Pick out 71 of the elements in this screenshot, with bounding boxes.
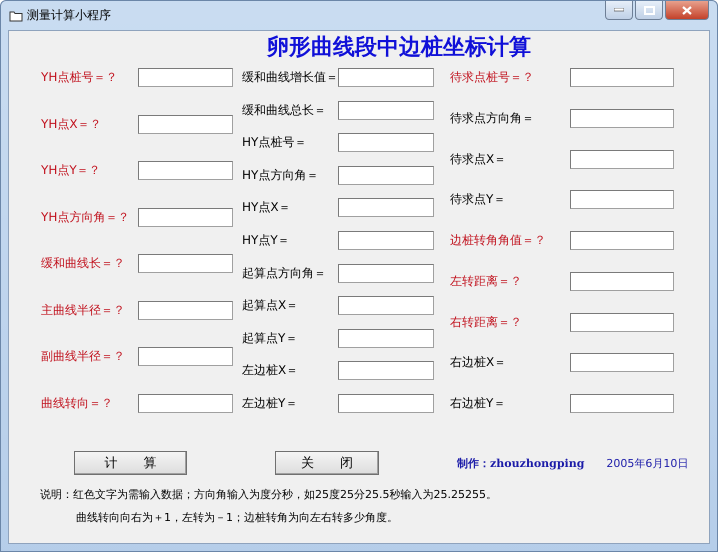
input-field[interactable] [338,328,434,348]
note-text: 说明：红色文字为需输入数据；方向角输入为度分秒，如25度25分25.5秒输入为25.25255。 [40,487,498,502]
input-field[interactable] [338,361,434,380]
field-label: HY点Y＝ [242,232,290,249]
field-label: 右边桩X＝ [450,354,506,372]
close-button[interactable] [665,1,709,20]
maximize-icon [644,6,654,14]
input-field[interactable] [138,347,233,366]
field-label: YH点Y＝？ [41,162,101,180]
field-label: 副曲线半径＝？ [41,348,125,366]
author-text: 制作：zhouzhongping [457,456,584,470]
input-field[interactable] [570,68,674,87]
input-field[interactable] [138,394,233,413]
close-button[interactable]: 关 闭 [275,451,379,475]
field-label: 缓和曲线长＝？ [41,255,125,272]
field-label: 右边桩Y＝ [450,395,506,412]
input-field[interactable] [138,300,233,320]
field-label: 起算点方向角＝ [242,264,326,282]
field-label: 待求点X＝ [450,150,506,168]
input-field[interactable] [570,190,674,210]
input-field[interactable] [138,68,233,87]
field-label: HY点桩号＝ [242,134,306,152]
field-label: YH点X＝？ [41,116,102,133]
folder-icon [9,10,23,22]
field-label: 左边桩Y＝ [242,394,298,412]
field-label: 起算点X＝ [242,297,298,314]
field-label: 缓和曲线增长值＝ [242,69,338,86]
calculate-button[interactable]: 计 算 [74,451,187,475]
field-label: 左边桩X＝ [242,362,298,380]
maximize-button[interactable] [635,1,663,20]
input-field[interactable] [338,133,434,152]
field-label: 待求点Y＝ [450,191,506,208]
input-field[interactable] [570,150,674,168]
input-field[interactable] [338,394,434,413]
field-label: HY点X＝ [242,199,291,216]
field-label: 左转距离＝？ [450,272,522,290]
input-field[interactable] [138,161,233,180]
input-field[interactable] [338,166,434,185]
minimize-button[interactable] [605,1,633,20]
input-field[interactable] [338,68,434,87]
date-text: 2005年6月10日 [606,456,688,470]
input-field[interactable] [138,114,233,134]
input-field[interactable] [138,208,233,227]
input-field[interactable] [338,100,434,120]
field-label: HY点方向角＝ [242,166,318,184]
input-field[interactable] [570,108,674,128]
input-field[interactable] [570,312,674,332]
field-label: 待求点方向角＝ [450,110,534,127]
field-label: YH点桩号＝？ [41,69,118,86]
input-field[interactable] [570,353,674,372]
input-field[interactable] [570,272,674,291]
heading: 卵形曲线段中边桩坐标计算 [266,33,532,62]
field-label: 缓和曲线总长＝ [242,102,326,119]
field-label: 待求点桩号＝？ [450,69,534,86]
field-label: 右转距离＝？ [450,314,522,330]
note-text: 曲线转向向右为＋1，左转为－1；边桩转角为向左右转多少角度。 [76,510,399,525]
input-field[interactable] [338,230,434,250]
input-field[interactable] [338,198,434,218]
input-field[interactable] [570,394,674,413]
close-icon [682,6,692,14]
input-field[interactable] [338,296,434,316]
input-field[interactable] [138,254,233,274]
input-field[interactable] [570,231,674,250]
field-label: YH点方向角＝？ [41,208,130,226]
window-title: 测量计算小程序 [27,7,111,24]
field-label: 起算点Y＝ [242,330,298,347]
input-field[interactable] [338,264,434,283]
field-label: 边桩转角角值＝？ [450,232,546,249]
field-label: 主曲线半径＝？ [41,302,125,319]
minimize-icon [614,8,624,12]
field-label: 曲线转向＝？ [41,394,113,412]
